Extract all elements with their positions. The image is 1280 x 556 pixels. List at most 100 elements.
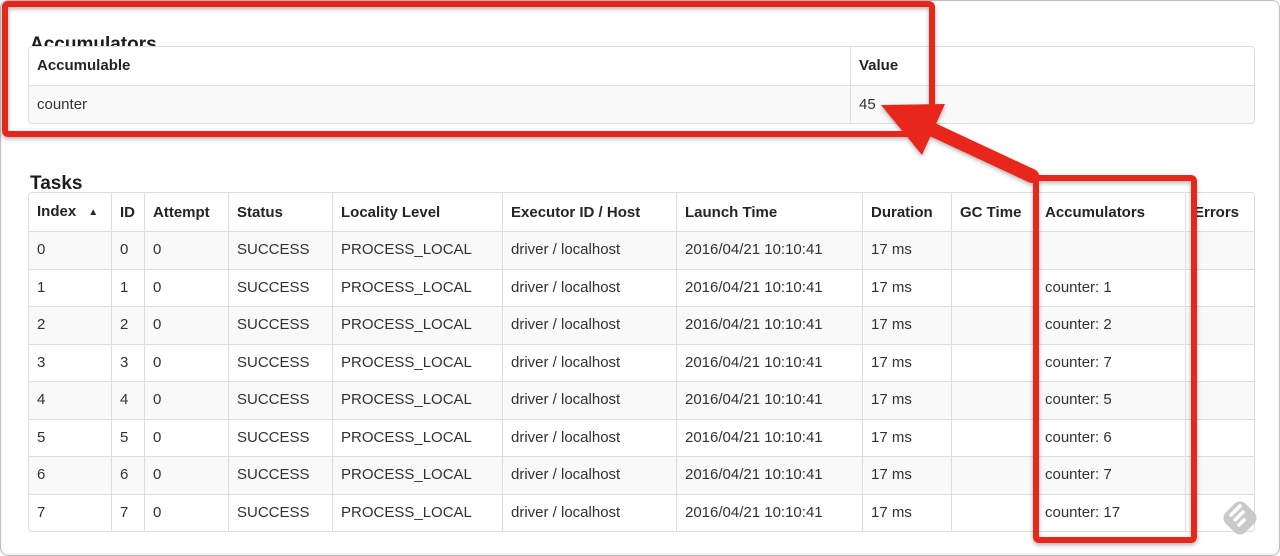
cell-duration: 17 ms [862,231,951,269]
cell-index: 7 [29,493,111,532]
accumulators-table: Accumulable Value counter 45 [28,46,1255,124]
cell-index: 6 [29,456,111,494]
cell-gc-time [951,306,1036,344]
cell-launch-time: 2016/04/21 10:10:41 [676,456,862,494]
cell-attempt: 0 [144,381,228,419]
table-row: 7 7 0 SUCCESS PROCESS_LOCAL driver / localhos… [29,493,1254,532]
sort-ascending-icon: ▲ [88,207,99,218]
cell-attempt: 0 [144,418,228,456]
column-header-label: Executor ID / Host [511,203,641,221]
cell-duration: 17 ms [862,456,951,494]
cell-launch-time: 2016/04/21 10:10:41 [676,306,862,344]
cell-id: 2 [111,306,144,344]
cell-accumulators [1036,231,1185,269]
cell-id: 4 [111,381,144,419]
table-row: 1 1 0 SUCCESS PROCESS_LOCAL driver / localhos… [29,268,1254,307]
column-header-label: Duration [871,203,933,221]
tasks-table-head: Index ▲ ID Attempt Status Locality Level Execu… [29,193,1254,231]
column-header-executor-id-host[interactable]: Executor ID / Host [502,193,676,231]
column-header-label: Launch Time [685,203,778,221]
cell-executor-id-host: driver / localhost [502,231,676,269]
cell-launch-time: 2016/04/21 10:10:41 [676,418,862,456]
cell-executor-id-host: driver / localhost [502,418,676,456]
column-header-launch-time[interactable]: Launch Time [676,193,862,231]
cell-errors [1185,493,1254,531]
cell-locality-level: PROCESS_LOCAL [332,306,502,344]
cell-value: 45 [850,85,1254,123]
cell-gc-time [951,418,1036,456]
column-header-label: Accumulators [1045,203,1146,221]
cell-id: 0 [111,231,144,269]
column-header-status[interactable]: Status [228,193,332,231]
column-header-value[interactable]: Value [850,47,1254,85]
cell-locality-level: PROCESS_LOCAL [332,231,502,269]
cell-executor-id-host: driver / localhost [502,268,676,306]
cell-duration: 17 ms [862,268,951,306]
column-header-accumulable[interactable]: Accumulable [29,47,850,85]
column-header-label: Accumulable [37,57,131,74]
cell-attempt: 0 [144,268,228,306]
cell-duration: 17 ms [862,343,951,381]
column-header-accumulators[interactable]: Accumulators [1036,193,1185,231]
column-header-attempt[interactable]: Attempt [144,193,228,231]
column-header-locality-level[interactable]: Locality Level [332,193,502,231]
cell-gc-time [951,231,1036,269]
cell-attempt: 0 [144,231,228,269]
cell-accumulators: counter: 2 [1036,306,1185,344]
column-header-duration[interactable]: Duration [862,193,951,231]
cell-executor-id-host: driver / localhost [502,493,676,531]
cell-executor-id-host: driver / localhost [502,381,676,419]
cell-launch-time: 2016/04/21 10:10:41 [676,231,862,269]
column-header-label: ID [120,203,135,221]
cell-gc-time [951,268,1036,306]
cell-accumulators: counter: 17 [1036,493,1185,531]
cell-locality-level: PROCESS_LOCAL [332,268,502,306]
cell-gc-time [951,493,1036,531]
cell-errors [1185,456,1254,494]
cell-status: SUCCESS [228,343,332,381]
table-row: 0 0 0 SUCCESS PROCESS_LOCAL driver / localhos… [29,231,1254,269]
cell-id: 5 [111,418,144,456]
header-row: Accumulable Value [29,47,1254,85]
tasks-table: Index ▲ ID Attempt Status Locality Level Execu… [28,192,1255,532]
cell-accumulators: counter: 1 [1036,268,1185,306]
cell-accumulators: counter: 7 [1036,343,1185,381]
cell-id: 6 [111,456,144,494]
cell-id: 1 [111,268,144,306]
cell-duration: 17 ms [862,381,951,419]
cell-executor-id-host: driver / localhost [502,343,676,381]
column-header-index[interactable]: Index ▲ [29,193,111,231]
column-header-id[interactable]: ID [111,193,144,231]
table-row: counter 45 [29,85,1254,123]
annotation-arrow-shaft [922,121,1039,183]
table-row: 6 6 0 SUCCESS PROCESS_LOCAL driver / localhos… [29,456,1254,494]
cell-attempt: 0 [144,493,228,531]
cell-index: 5 [29,418,111,457]
cell-launch-time: 2016/04/21 10:10:41 [676,381,862,419]
cell-index: 4 [29,381,111,419]
cell-duration: 17 ms [862,418,951,456]
cell-status: SUCCESS [228,456,332,494]
cell-duration: 17 ms [862,493,951,531]
cell-index: 1 [29,268,111,307]
cell-attempt: 0 [144,456,228,494]
column-header-errors[interactable]: Errors [1185,193,1254,231]
cell-locality-level: PROCESS_LOCAL [332,493,502,531]
table-row: 2 2 0 SUCCESS PROCESS_LOCAL driver / localhos… [29,306,1254,344]
accumulators-table-body: counter 45 [29,85,1254,123]
column-header-label: Value [859,57,899,74]
column-header-gc-time[interactable]: GC Time [951,193,1036,231]
table-row: 3 3 0 SUCCESS PROCESS_LOCAL driver / localhos… [29,343,1254,381]
cell-locality-level: PROCESS_LOCAL [332,343,502,381]
column-header-label: Index [37,203,77,220]
cell-status: SUCCESS [228,306,332,344]
cell-errors [1185,343,1254,381]
cell-status: SUCCESS [228,493,332,531]
cell-status: SUCCESS [228,418,332,456]
cell-accumulable: counter [29,85,850,123]
cell-index: 0 [29,231,111,269]
cell-accumulators: counter: 7 [1036,456,1185,494]
cell-gc-time [951,456,1036,494]
cell-status: SUCCESS [228,231,332,269]
cell-executor-id-host: driver / localhost [502,306,676,344]
